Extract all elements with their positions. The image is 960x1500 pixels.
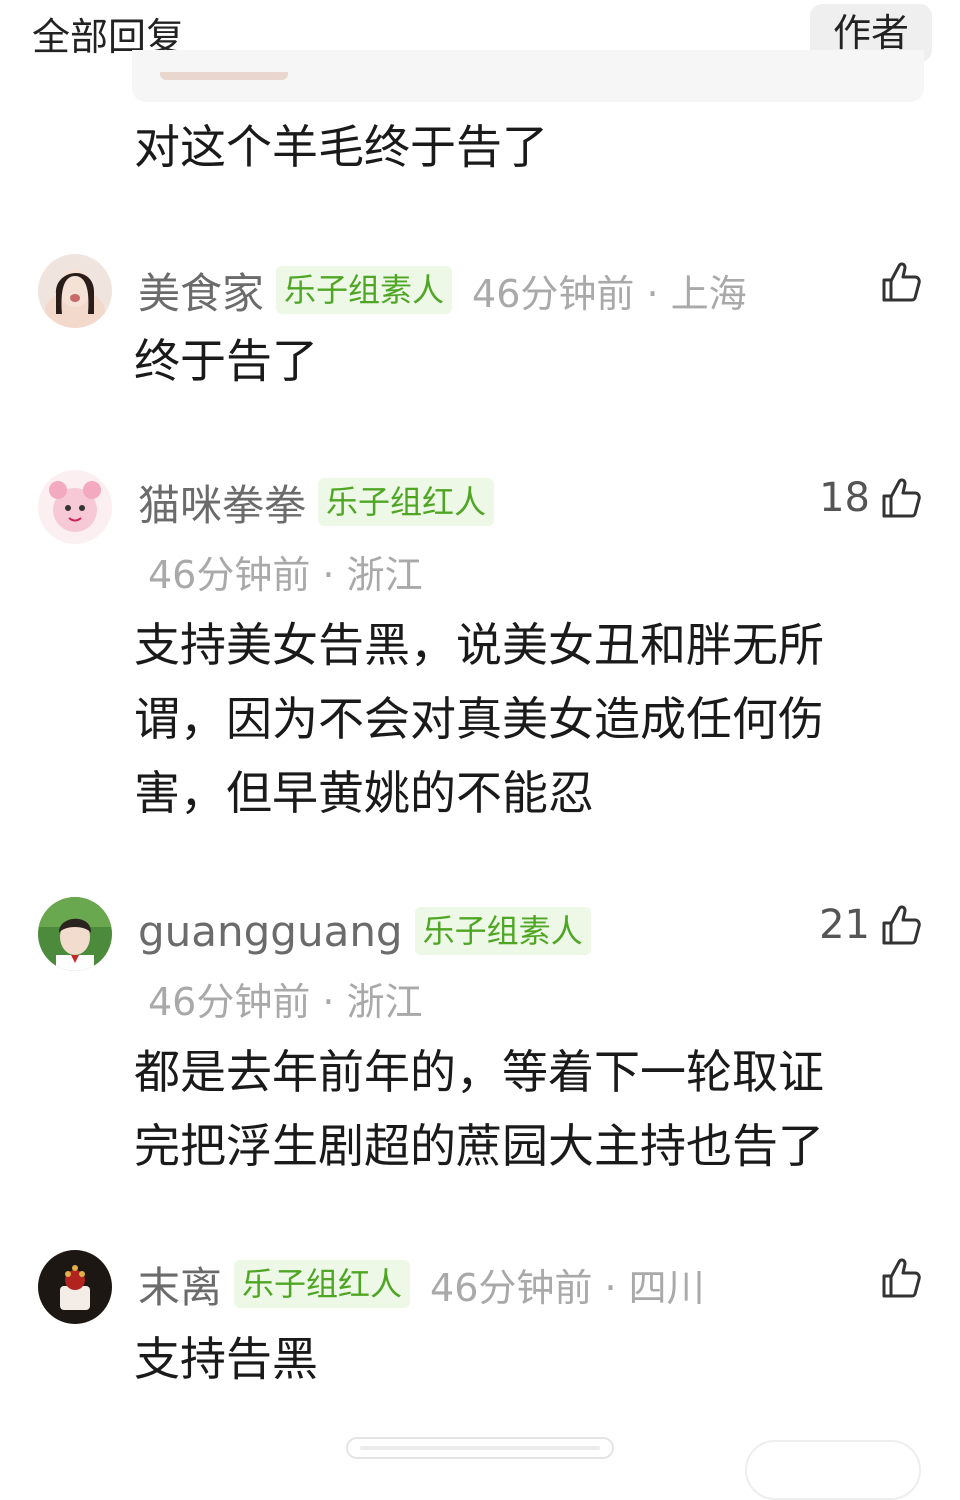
username[interactable]: guangguang	[138, 907, 403, 956]
avatar-girl-photo[interactable]	[38, 254, 112, 328]
comment-body: 终于告了	[134, 324, 318, 398]
time-location: 46分钟前 · 浙江	[148, 980, 423, 1024]
reply-text: 对这个羊毛终于告了	[134, 120, 548, 174]
comment-body: 支持美女告黑，说美女丑和胖无所 谓，因为不会对真美女造成任何伤 害，但早黄姚的不…	[134, 608, 824, 830]
thumbs-up-icon	[880, 476, 922, 520]
comment-header: 末离 乐子组红人 46分钟前 · 四川	[138, 1254, 705, 1314]
comment-line: 终于告了	[134, 334, 318, 388]
username[interactable]: 美食家	[138, 260, 264, 321]
like-count: 21	[819, 902, 870, 948]
thumbs-up-icon	[880, 260, 922, 304]
comment-line: 完把浮生剧超的蔗园大主持也告了	[134, 1119, 824, 1173]
comment-header: 猫咪拳拳 乐子组红人	[138, 472, 495, 533]
comment-line: 都是去年前年的，等着下一轮取证	[134, 1045, 824, 1099]
avatar-boy-photo[interactable]	[38, 897, 112, 971]
comment-line: 支持告黑	[134, 1332, 318, 1386]
avatar-anime-pink[interactable]	[38, 470, 112, 544]
quoted-image-peek	[160, 72, 288, 80]
comment-header: 美食家 乐子组素人 46分钟前 · 上海	[138, 260, 747, 320]
like-button[interactable]	[880, 1248, 922, 1308]
username[interactable]: 猫咪拳拳	[138, 472, 306, 533]
comment-body: 支持告黑	[134, 1322, 318, 1396]
user-tag: 乐子组素人	[276, 266, 453, 314]
user-tag: 乐子组红人	[318, 478, 495, 526]
thumbs-up-icon	[880, 903, 922, 947]
time-location: 46分钟前 · 四川	[430, 1265, 705, 1310]
user-tag: 乐子组素人	[414, 907, 591, 955]
username[interactable]: 末离	[138, 1254, 222, 1315]
user-tag: 乐子组红人	[234, 1260, 411, 1308]
floating-action-pill[interactable]	[745, 1440, 921, 1500]
thumbs-up-icon	[880, 1256, 922, 1300]
comment-line: 谓，因为不会对真美女造成任何伤	[134, 692, 824, 746]
comment-body: 都是去年前年的，等着下一轮取证 完把浮生剧超的蔗园大主持也告了	[134, 1035, 824, 1183]
time-location: 46分钟前 · 上海	[472, 271, 747, 316]
comment-line: 害，但早黄姚的不能忍	[134, 766, 594, 820]
time-location: 46分钟前 · 浙江	[148, 553, 423, 597]
avatar-dark-photo[interactable]	[38, 1250, 112, 1324]
like-button[interactable]: 18	[819, 468, 922, 528]
comment-line: 支持美女告黑，说美女丑和胖无所	[134, 618, 824, 672]
like-button[interactable]: 21	[819, 895, 922, 955]
comment-header: guangguang 乐子组素人	[138, 901, 591, 961]
scroll-indicator[interactable]	[346, 1437, 614, 1459]
like-count: 18	[819, 475, 870, 521]
like-button[interactable]	[880, 252, 922, 312]
quoted-comment-card[interactable]	[132, 50, 924, 102]
